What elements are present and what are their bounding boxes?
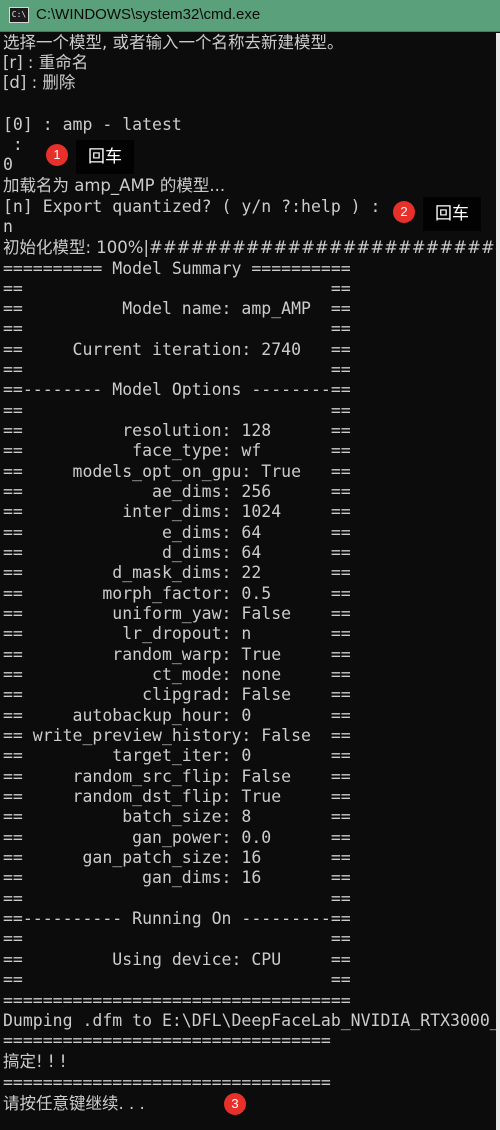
console-line: == ct_mode: none ==: [3, 665, 351, 684]
console-line: ==---------- Running On ---------==: [3, 909, 351, 928]
console-line: == face_type: wf ==: [3, 441, 351, 460]
console-line: == gan_power: 0.0 ==: [3, 828, 351, 847]
console-line: == ==: [3, 401, 351, 420]
step-callout-2: 回车: [423, 197, 481, 231]
console-line: == ==: [3, 319, 351, 338]
console-line: == ==: [3, 970, 351, 989]
console-line: == d_mask_dims: 22 ==: [3, 563, 351, 582]
window-title: C:\WINDOWS\system32\cmd.exe: [36, 6, 261, 23]
console-line: == Model name: amp_AMP ==: [3, 299, 351, 318]
console-line: == lr_dropout: n ==: [3, 624, 351, 643]
console-line: [r] : 重命名: [3, 53, 89, 72]
console-line: == gan_dims: 16 ==: [3, 868, 351, 887]
console-line: == e_dims: 64 ==: [3, 523, 351, 542]
console-line: ===================================: [3, 991, 351, 1010]
console-line: 加载名为 amp_AMP 的模型...: [3, 176, 226, 195]
console-line: =================================: [3, 1073, 331, 1092]
console-line: == target_iter: 0 ==: [3, 746, 351, 765]
console-line: == Current iteration: 2740 ==: [3, 340, 351, 359]
console-line: Dumping .dfm to E:\DFL\DeepFaceLab_NVIDI…: [3, 1011, 496, 1030]
console-line: == ==: [3, 889, 351, 908]
console-line: == inter_dims: 1024 ==: [3, 502, 351, 521]
console-line: == morph_factor: 0.5 ==: [3, 584, 351, 603]
console-line: == uniform_yaw: False ==: [3, 604, 351, 623]
console-line: == ==: [3, 279, 351, 298]
console-line: :: [3, 135, 23, 154]
console-line: == clipgrad: False ==: [3, 685, 351, 704]
console-line: == ae_dims: 256 ==: [3, 482, 351, 501]
console-line: == Using device: CPU ==: [3, 950, 351, 969]
console-line: ==-------- Model Options --------==: [3, 380, 351, 399]
console-line: 初始化模型: 100%|############################…: [3, 238, 496, 257]
console-line: 选择一个模型, 或者输入一个名称去新建模型。: [3, 33, 344, 52]
console-line: == ==: [3, 929, 351, 948]
console-line: [n] Export quantized? ( y/n ?:help ) :: [3, 197, 381, 216]
console-line: ========== Model Summary ==========: [3, 259, 351, 278]
console-line: == random_src_flip: False ==: [3, 767, 351, 786]
console-line: == d_dims: 64 ==: [3, 543, 351, 562]
console-line: 0: [3, 155, 13, 174]
console-line: [d] : 删除: [3, 73, 76, 92]
console-line: == write_preview_history: False ==: [3, 726, 351, 745]
step-badge-3: 3: [224, 1093, 246, 1115]
step-callout-1: 回车: [76, 140, 134, 174]
console-line: == batch_size: 8 ==: [3, 807, 351, 826]
console-line: == random_warp: True ==: [3, 645, 351, 664]
console-line: == autobackup_hour: 0 ==: [3, 706, 351, 725]
console-line: == resolution: 128 ==: [3, 421, 351, 440]
step-badge-1: 1: [46, 144, 68, 166]
window-right-edge: [496, 33, 500, 1130]
console-line: =================================: [3, 1031, 331, 1050]
console-line: == models_opt_on_gpu: True ==: [3, 462, 351, 481]
cmd-app-icon: C:\: [9, 7, 29, 23]
console-line: == gan_patch_size: 16 ==: [3, 848, 351, 867]
console-line: 搞定! ! !: [3, 1052, 67, 1071]
console-line: == ==: [3, 360, 351, 379]
console-line: 请按任意键继续. . .: [3, 1094, 145, 1113]
console-line: n: [3, 217, 13, 236]
console-line: == random_dst_flip: True ==: [3, 787, 351, 806]
window-titlebar[interactable]: C:\ C:\WINDOWS\system32\cmd.exe: [0, 0, 500, 32]
console-line: [0] : amp - latest: [3, 115, 182, 134]
step-badge-2: 2: [393, 201, 415, 223]
